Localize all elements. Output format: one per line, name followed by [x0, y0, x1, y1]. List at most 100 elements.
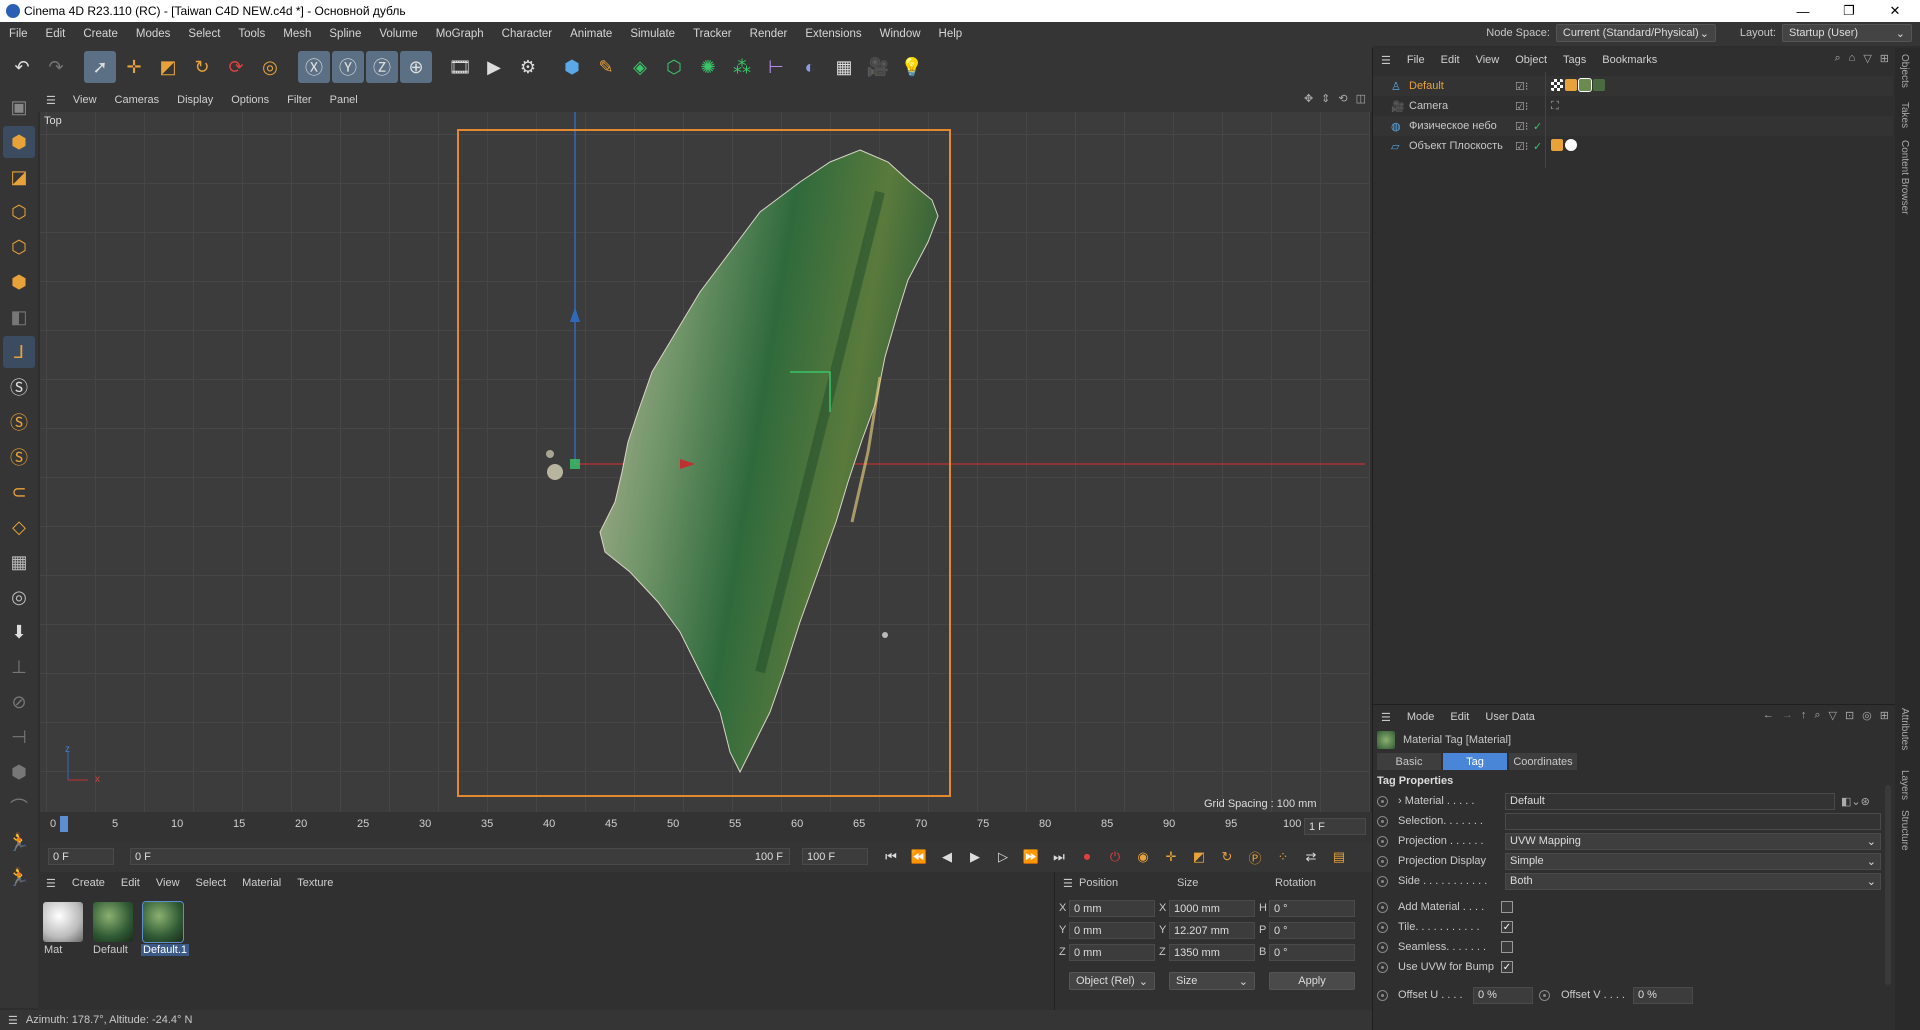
object-axis-center[interactable]	[570, 459, 580, 469]
light-icon[interactable]: 💡	[896, 51, 928, 83]
field-icon[interactable]: ◐	[794, 51, 826, 83]
hamburger-icon[interactable]: ☰	[1373, 711, 1399, 724]
locked-workplane-icon[interactable]: ◎	[3, 581, 35, 613]
recent-tools-icon[interactable]: ⟳	[220, 51, 252, 83]
menu-window[interactable]: Window	[871, 28, 930, 40]
settings-icon[interactable]: ◎	[1862, 709, 1872, 722]
position-x-field[interactable]: 0 mm	[1069, 900, 1155, 917]
workplane-icon[interactable]: ◇	[3, 511, 35, 543]
world-coordinates-icon[interactable]: ⊕	[400, 51, 432, 83]
editor-visibility-icon[interactable]: ☑⁝	[1515, 120, 1528, 133]
object-row-physical-sky[interactable]: ◍ Физическое небо ☑⁝ ✓	[1373, 116, 1893, 136]
redo-icon[interactable]: ↷	[40, 51, 72, 83]
solo-single-icon[interactable]: Ⓢ	[3, 406, 35, 438]
tab-content-browser[interactable]: Content Browser	[1899, 140, 1910, 214]
viewport-menu-filter[interactable]: Filter	[278, 94, 320, 106]
mograph-icon[interactable]: ⁂	[726, 51, 758, 83]
points-mode-icon[interactable]: ⬡	[3, 196, 35, 228]
size-y-field[interactable]: 12.207 mm	[1169, 922, 1255, 939]
attribute-scrollbar[interactable]	[1885, 785, 1891, 985]
menu-render[interactable]: Render	[741, 28, 797, 40]
key-parameter-icon[interactable]: Ⓟ	[1244, 846, 1266, 868]
cloner-icon[interactable]: ✺	[692, 51, 724, 83]
mat-menu-view[interactable]: View	[148, 877, 188, 889]
render-region-icon[interactable]: 🎞	[444, 51, 476, 83]
material-thumb-mat[interactable]	[43, 902, 83, 942]
object-row-plane[interactable]: ▱ Объект Плоскость ☑⁝ ✓	[1373, 136, 1893, 156]
undo-icon[interactable]: ↶	[6, 51, 38, 83]
layout-dropdown[interactable]: Startup (User) ⌄	[1782, 24, 1912, 42]
menu-spline[interactable]: Spline	[320, 28, 370, 40]
move-tool-icon[interactable]: ✛	[118, 51, 150, 83]
tab-coordinates[interactable]: Coordinates	[1509, 753, 1577, 770]
material-link-buttons-icon[interactable]: ◧⌄⊛	[1841, 795, 1870, 808]
use-uvw-checkbox[interactable]: ✓	[1501, 961, 1513, 973]
toggle-layout-icon[interactable]: ◫	[1356, 92, 1366, 105]
sculpt-icon[interactable]: ⊥	[3, 651, 35, 683]
go-to-end-icon[interactable]: ⏭	[1048, 846, 1070, 868]
deformer-icon[interactable]: ⊢	[760, 51, 792, 83]
frame-range-slider[interactable]: 0 F 100 F	[130, 848, 790, 865]
subdivision-icon[interactable]: ◈	[624, 51, 656, 83]
menu-help[interactable]: Help	[930, 28, 972, 40]
taiwan-terrain-mesh[interactable]	[599, 149, 939, 774]
animate-radio-icon[interactable]	[1377, 961, 1388, 973]
pan-view-icon[interactable]: ✥	[1304, 92, 1313, 105]
uv-mode-icon[interactable]: ◧	[3, 301, 35, 333]
new-window-icon[interactable]: ⊞	[1880, 709, 1889, 722]
play-icon[interactable]: ▶	[964, 846, 986, 868]
hamburger-icon[interactable]: ☰	[0, 1014, 26, 1027]
material-label-mat[interactable]: Mat	[44, 944, 62, 956]
playhead[interactable]	[60, 816, 68, 832]
lock-icon[interactable]: ⊡	[1845, 709, 1854, 722]
object-name-plane[interactable]: Объект Плоскость	[1409, 140, 1503, 152]
y-axis-lock-icon[interactable]: Ⓨ	[332, 51, 364, 83]
material-thumb-default[interactable]	[93, 902, 133, 942]
keyframe-selection-icon[interactable]: ◉	[1132, 846, 1154, 868]
viewport-menu-options[interactable]: Options	[222, 94, 278, 106]
current-frame-field[interactable]: 1 F	[1304, 818, 1366, 835]
material-link-field[interactable]: Default	[1505, 792, 1835, 810]
live-selection-icon[interactable]: ◎	[254, 51, 286, 83]
rotation-p-field[interactable]: 0 °	[1269, 922, 1355, 939]
new-window-icon[interactable]: ⊞	[1880, 52, 1889, 65]
key-pla-icon[interactable]: ⁘	[1272, 846, 1294, 868]
hamburger-icon[interactable]: ☰	[1373, 54, 1399, 67]
extrude-icon[interactable]: ⬡	[658, 51, 690, 83]
editor-visibility-icon[interactable]: ☑⁝	[1515, 140, 1528, 153]
key-rotation-icon[interactable]: ↻	[1216, 846, 1238, 868]
pen-spline-icon[interactable]: ✎	[590, 51, 622, 83]
tab-attributes[interactable]: Attributes	[1899, 708, 1910, 750]
obj-menu-file[interactable]: File	[1399, 54, 1433, 66]
position-y-field[interactable]: 0 mm	[1069, 922, 1155, 939]
autokey-icon[interactable]: ⏻	[1104, 846, 1126, 868]
tab-objects[interactable]: Objects	[1899, 54, 1910, 88]
hamburger-icon[interactable]: ☰	[1055, 877, 1081, 890]
plane-tags[interactable]	[1551, 138, 1579, 154]
tag-texture-icon[interactable]	[1551, 77, 1607, 94]
end-frame-field[interactable]: 100 F	[802, 848, 868, 865]
attr-menu-user-data[interactable]: User Data	[1477, 711, 1543, 723]
animate-radio-icon[interactable]	[1377, 941, 1388, 953]
attr-menu-mode[interactable]: Mode	[1399, 711, 1443, 723]
mat-menu-create[interactable]: Create	[64, 877, 113, 889]
step-back-icon[interactable]: ◀	[936, 846, 958, 868]
camera-icon[interactable]: 🎥	[862, 51, 894, 83]
add-material-checkbox[interactable]	[1501, 901, 1513, 913]
hamburger-icon[interactable]: ☰	[38, 94, 64, 107]
selection-field[interactable]	[1505, 812, 1881, 830]
seamless-checkbox[interactable]	[1501, 941, 1513, 953]
object-name-physical-sky[interactable]: Физическое небо	[1409, 120, 1497, 132]
rotation-b-field[interactable]: 0 °	[1269, 944, 1355, 961]
size-z-field[interactable]: 1350 mm	[1169, 944, 1255, 961]
material-label-default[interactable]: Default	[93, 944, 128, 956]
menu-mograph[interactable]: MoGraph	[427, 28, 493, 40]
material-thumb-default1[interactable]	[142, 901, 184, 943]
viewport-menu-display[interactable]: Display	[168, 94, 222, 106]
menu-character[interactable]: Character	[493, 28, 562, 40]
polygons-mode-icon[interactable]: ⬢	[3, 266, 35, 298]
brush-icon[interactable]: ⊘	[3, 686, 35, 718]
key-position-icon[interactable]: ✛	[1160, 846, 1182, 868]
zoom-view-icon[interactable]: ⇕	[1321, 92, 1330, 105]
projection-dropdown[interactable]: UVW Mapping ⌄	[1505, 832, 1881, 850]
